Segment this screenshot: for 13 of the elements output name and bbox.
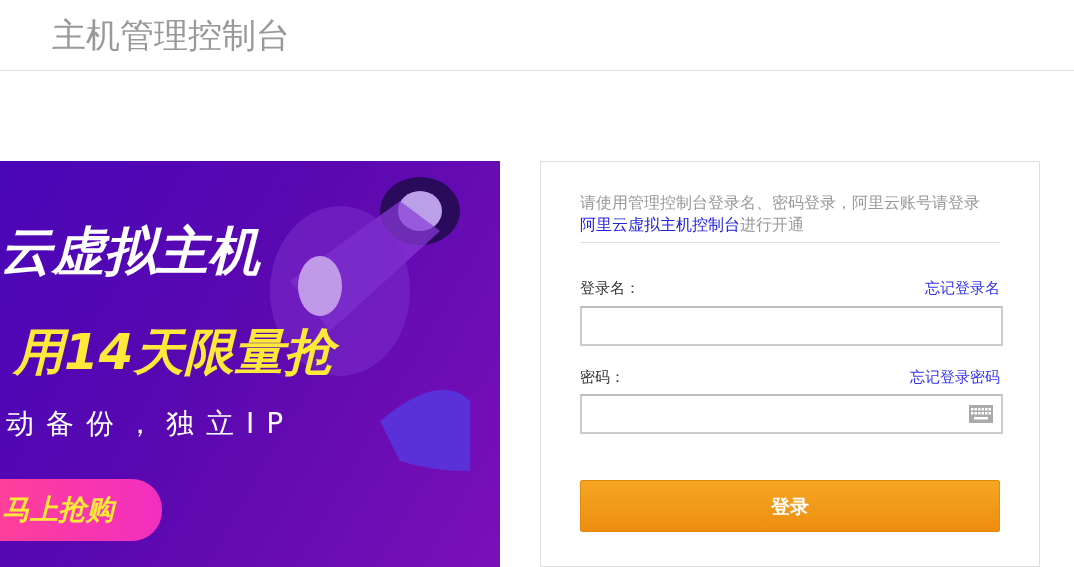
banner-offer: 用14天限量抢 [0,327,500,377]
forgot-link[interactable]: 忘记登录密码 [910,365,1000,388]
password-field[interactable] [580,394,1003,434]
banner-features: 动备份，独立IP [5,406,297,442]
page-title: 主机管理控制台 [52,18,290,52]
login-notice: 请使用管理控制台登录名、密码登录，阿里云账号请登录 阿里云虚拟主机控制台进行开通 [580,192,1000,243]
field-label: 登录名： [580,278,640,299]
keyboard-icon[interactable] [969,405,993,423]
console-link[interactable]: 阿里云虚拟主机控制台 [580,215,740,234]
forgot-link[interactable]: 忘记登录名 [925,277,1000,300]
username-field[interactable] [580,305,1003,346]
field-label: 密码： [580,366,625,388]
banner-headline: 云虚拟主机 [0,225,262,277]
